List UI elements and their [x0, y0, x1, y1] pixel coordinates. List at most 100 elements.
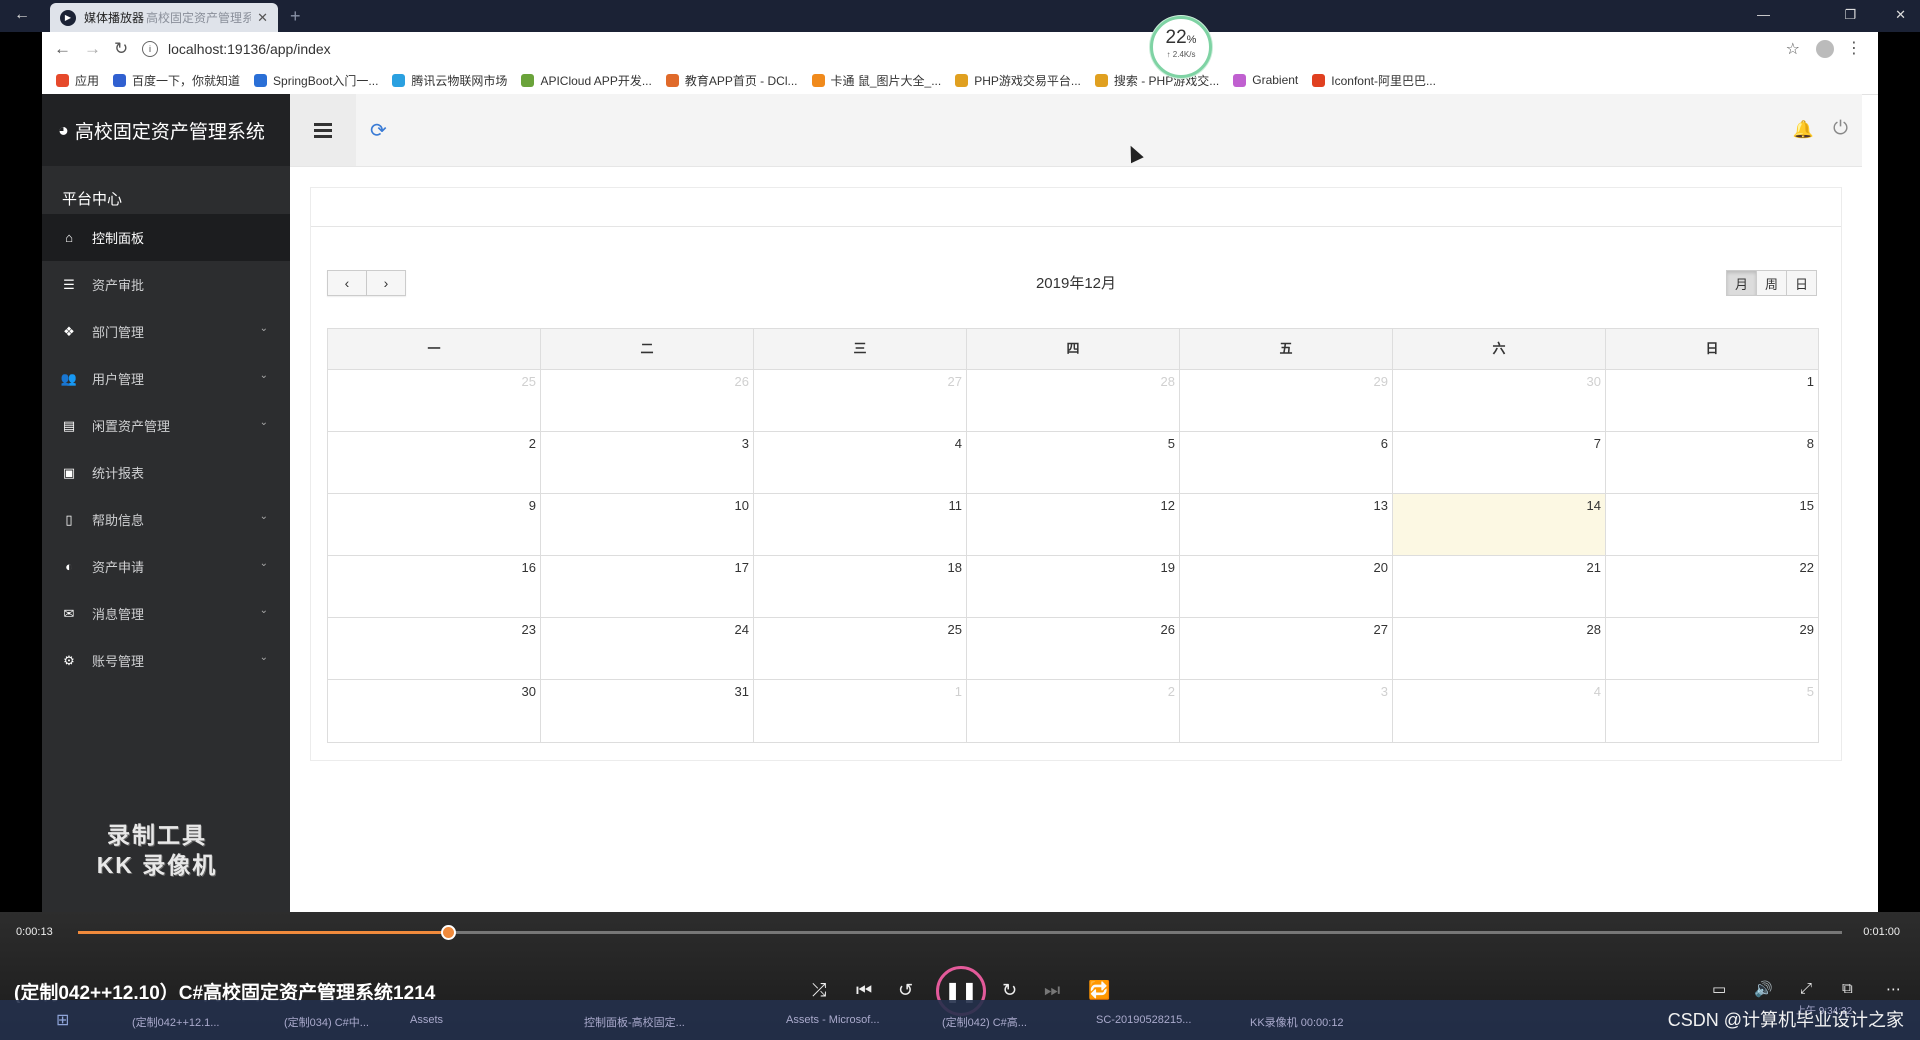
calendar-day[interactable]: 11	[754, 494, 967, 555]
sidebar-item[interactable]: ▣ 统计报表	[42, 449, 290, 496]
shuffle-icon[interactable]: ⤮	[812, 980, 826, 1001]
forward-30-icon[interactable]: ↻	[1002, 980, 1017, 1001]
calendar-view-button[interactable]: 月	[1726, 270, 1757, 296]
bookmark-item[interactable]: APICloud APP开发...	[521, 72, 652, 89]
back-arrow-icon[interactable]: ←	[14, 6, 30, 24]
calendar-view-button[interactable]: 日	[1787, 270, 1817, 296]
restore-icon[interactable]: ❐	[1844, 7, 1856, 23]
taskbar-item[interactable]: 控制面板-高校固定...	[584, 1014, 685, 1030]
calendar-day[interactable]: 29	[1606, 618, 1818, 679]
miniplayer-icon[interactable]: ⧉	[1842, 980, 1853, 997]
bookmark-item[interactable]: Grabient	[1233, 73, 1298, 87]
calendar-day[interactable]: 8	[1606, 432, 1818, 493]
back-icon[interactable]: ←	[54, 39, 71, 59]
refresh-icon[interactable]: ⟳	[370, 118, 387, 143]
volume-icon[interactable]: 🔊	[1754, 980, 1773, 998]
power-icon[interactable]: ⏻	[1833, 118, 1848, 140]
taskbar-item[interactable]: Assets - Microsof...	[786, 1014, 880, 1026]
calendar-day[interactable]: 20	[1180, 556, 1393, 617]
calendar-day[interactable]: 9	[328, 494, 541, 555]
sidebar-item[interactable]: ❖ 部门管理 ⌄	[42, 308, 290, 355]
sidebar-item[interactable]: ◐ 资产申请 ⌄	[42, 543, 290, 590]
taskbar-item[interactable]: Assets	[410, 1014, 443, 1026]
taskbar-item[interactable]: KK录像机 00:00:12	[1250, 1014, 1344, 1030]
bookmark-item[interactable]: 应用	[56, 72, 99, 89]
progress-bar[interactable]	[78, 925, 1842, 940]
calendar-day[interactable]: 13	[1180, 494, 1393, 555]
calendar-day[interactable]: 29	[1180, 370, 1393, 431]
calendar-view-button[interactable]: 周	[1757, 270, 1787, 296]
minimize-icon[interactable]: —	[1757, 7, 1770, 22]
bookmark-item[interactable]: 教育APP首页 - DCl...	[665, 72, 798, 89]
calendar-day[interactable]: 25	[328, 370, 541, 431]
bookmark-item[interactable]: Iconfont-阿里巴巴...	[1312, 72, 1436, 89]
calendar-day[interactable]: 26	[967, 618, 1180, 679]
calendar-day[interactable]: 17	[541, 556, 754, 617]
sidebar-item[interactable]: 👥 用户管理 ⌄	[42, 355, 290, 402]
fullscreen-icon[interactable]: ⤢	[1800, 980, 1812, 997]
new-tab-icon[interactable]: +	[290, 6, 301, 27]
calendar-day[interactable]: 28	[967, 370, 1180, 431]
bookmark-item[interactable]: SpringBoot入门一...	[254, 72, 378, 89]
calendar-day[interactable]: 1	[754, 680, 967, 742]
bookmark-item[interactable]: 腾讯云物联网市场	[392, 72, 507, 89]
prev-month-button[interactable]: ‹	[327, 270, 367, 296]
bookmark-item[interactable]: PHP游戏交易平台...	[955, 72, 1081, 89]
next-icon[interactable]: ⏭	[1044, 980, 1060, 1001]
calendar-day[interactable]: 30	[328, 680, 541, 742]
calendar-day[interactable]: 31	[541, 680, 754, 742]
sidebar-toggle-button[interactable]	[290, 94, 356, 166]
url-field[interactable]: i localhost:19136/app/index	[142, 37, 1822, 61]
calendar-day[interactable]: 19	[967, 556, 1180, 617]
calendar-day[interactable]: 27	[754, 370, 967, 431]
calendar-day[interactable]: 27	[1180, 618, 1393, 679]
browser-menu-icon[interactable]: ⋮	[1846, 38, 1862, 58]
calendar-day[interactable]: 7	[1393, 432, 1606, 493]
bell-icon[interactable]: 🔔	[1793, 120, 1814, 140]
windows-start-icon[interactable]: ⊞	[56, 1010, 69, 1030]
calendar-day-today[interactable]: 14	[1393, 494, 1606, 555]
subtitles-icon[interactable]: ▭	[1712, 980, 1726, 998]
calendar-day[interactable]: 2	[328, 432, 541, 493]
sidebar-item[interactable]: ▯ 帮助信息 ⌄	[42, 496, 290, 543]
bookmark-item[interactable]: 百度一下，你就知道	[113, 72, 240, 89]
calendar-day[interactable]: 22	[1606, 556, 1818, 617]
reload-icon[interactable]: ↻	[114, 39, 128, 59]
progress-handle[interactable]	[441, 925, 457, 940]
calendar-day[interactable]: 5	[1606, 680, 1818, 742]
app-brand[interactable]: ◕ 高校固定资产管理系统	[42, 94, 290, 166]
calendar-day[interactable]: 24	[541, 618, 754, 679]
calendar-day[interactable]: 4	[1393, 680, 1606, 742]
rewind-10-icon[interactable]: ↺	[898, 980, 913, 1001]
calendar-day[interactable]: 10	[541, 494, 754, 555]
sidebar-item[interactable]: ☰ 资产审批	[42, 261, 290, 308]
calendar-day[interactable]: 30	[1393, 370, 1606, 431]
calendar-day[interactable]: 21	[1393, 556, 1606, 617]
calendar-day[interactable]: 23	[328, 618, 541, 679]
sidebar-item[interactable]: ✉ 消息管理 ⌄	[42, 590, 290, 637]
taskbar-item[interactable]: (定制042) C#高...	[942, 1014, 1027, 1030]
taskbar-item[interactable]: (定制042++12.1...	[132, 1014, 219, 1030]
calendar-day[interactable]: 2	[967, 680, 1180, 742]
more-icon[interactable]: ⋯	[1886, 980, 1901, 998]
calendar-day[interactable]: 4	[754, 432, 967, 493]
calendar-day[interactable]: 1	[1606, 370, 1818, 431]
close-window-icon[interactable]: ✕	[1895, 7, 1906, 23]
bookmark-item[interactable]: 搜索 - PHP游戏交...	[1094, 72, 1219, 89]
taskbar-item[interactable]: (定制034) C#中...	[284, 1014, 369, 1030]
forward-icon[interactable]: →	[84, 39, 101, 59]
sidebar-item[interactable]: ⌂ 控制面板	[42, 214, 290, 261]
calendar-day[interactable]: 25	[754, 618, 967, 679]
calendar-day[interactable]: 28	[1393, 618, 1606, 679]
calendar-day[interactable]: 3	[1180, 680, 1393, 742]
profile-avatar-icon[interactable]	[1816, 40, 1834, 58]
calendar-day[interactable]: 26	[541, 370, 754, 431]
player-tab[interactable]: ▶ 媒体播放器 高校固定资产管理系统 ✕	[50, 3, 278, 32]
repeat-off-icon[interactable]: 🔁	[1088, 980, 1110, 1001]
bookmark-star-icon[interactable]: ☆	[1786, 39, 1800, 59]
calendar-day[interactable]: 12	[967, 494, 1180, 555]
calendar-day[interactable]: 18	[754, 556, 967, 617]
calendar-day[interactable]: 5	[967, 432, 1180, 493]
calendar-day[interactable]: 3	[541, 432, 754, 493]
site-info-icon[interactable]: i	[142, 41, 158, 57]
